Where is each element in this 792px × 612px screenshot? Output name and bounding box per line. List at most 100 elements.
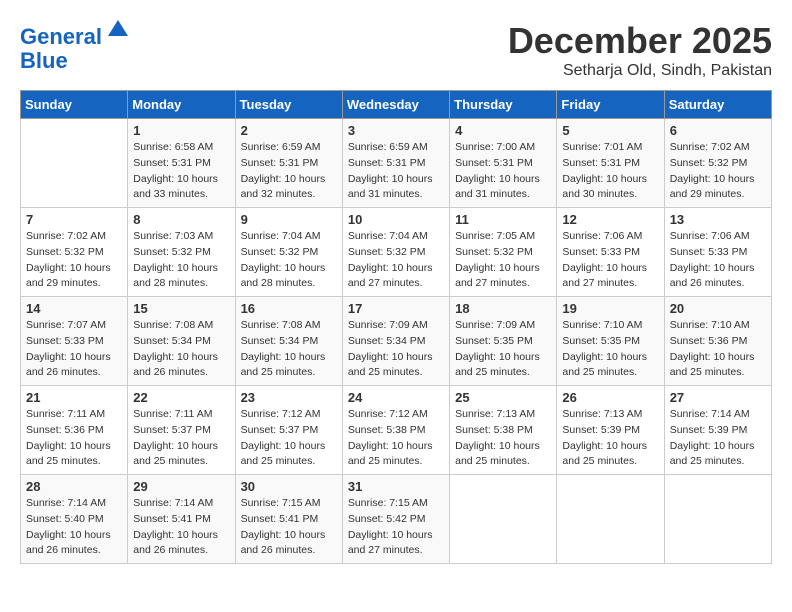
day-info: Sunrise: 6:58 AMSunset: 5:31 PMDaylight:… [133,140,229,203]
logo: General Blue [20,20,132,73]
calendar-week-row: 1 Sunrise: 6:58 AMSunset: 5:31 PMDayligh… [21,119,772,208]
calendar-cell: 14 Sunrise: 7:07 AMSunset: 5:33 PMDaylig… [21,297,128,386]
calendar-cell: 18 Sunrise: 7:09 AMSunset: 5:35 PMDaylig… [450,297,557,386]
weekday-header: Friday [557,91,664,119]
calendar-table: SundayMondayTuesdayWednesdayThursdayFrid… [20,90,772,564]
header-row: SundayMondayTuesdayWednesdayThursdayFrid… [21,91,772,119]
calendar-week-row: 28 Sunrise: 7:14 AMSunset: 5:40 PMDaylig… [21,475,772,564]
day-number: 24 [348,390,444,405]
calendar-cell: 16 Sunrise: 7:08 AMSunset: 5:34 PMDaylig… [235,297,342,386]
calendar-cell: 1 Sunrise: 6:58 AMSunset: 5:31 PMDayligh… [128,119,235,208]
logo-icon [104,16,132,44]
day-number: 18 [455,301,551,316]
day-info: Sunrise: 7:14 AMSunset: 5:40 PMDaylight:… [26,496,122,559]
calendar-cell: 10 Sunrise: 7:04 AMSunset: 5:32 PMDaylig… [342,208,449,297]
calendar-cell: 5 Sunrise: 7:01 AMSunset: 5:31 PMDayligh… [557,119,664,208]
day-number: 1 [133,123,229,138]
day-info: Sunrise: 7:09 AMSunset: 5:35 PMDaylight:… [455,318,551,381]
day-number: 30 [241,479,337,494]
day-info: Sunrise: 7:14 AMSunset: 5:41 PMDaylight:… [133,496,229,559]
day-info: Sunrise: 7:05 AMSunset: 5:32 PMDaylight:… [455,229,551,292]
day-number: 23 [241,390,337,405]
calendar-cell: 21 Sunrise: 7:11 AMSunset: 5:36 PMDaylig… [21,386,128,475]
day-info: Sunrise: 7:08 AMSunset: 5:34 PMDaylight:… [241,318,337,381]
calendar-cell: 29 Sunrise: 7:14 AMSunset: 5:41 PMDaylig… [128,475,235,564]
day-number: 19 [562,301,658,316]
day-info: Sunrise: 7:06 AMSunset: 5:33 PMDaylight:… [670,229,766,292]
calendar-week-row: 21 Sunrise: 7:11 AMSunset: 5:36 PMDaylig… [21,386,772,475]
calendar-cell [21,119,128,208]
calendar-cell: 25 Sunrise: 7:13 AMSunset: 5:38 PMDaylig… [450,386,557,475]
day-info: Sunrise: 7:00 AMSunset: 5:31 PMDaylight:… [455,140,551,203]
day-info: Sunrise: 7:13 AMSunset: 5:39 PMDaylight:… [562,407,658,470]
location-title: Setharja Old, Sindh, Pakistan [508,62,772,80]
calendar-cell: 23 Sunrise: 7:12 AMSunset: 5:37 PMDaylig… [235,386,342,475]
day-info: Sunrise: 7:11 AMSunset: 5:36 PMDaylight:… [26,407,122,470]
calendar-week-row: 7 Sunrise: 7:02 AMSunset: 5:32 PMDayligh… [21,208,772,297]
day-number: 3 [348,123,444,138]
calendar-cell: 2 Sunrise: 6:59 AMSunset: 5:31 PMDayligh… [235,119,342,208]
calendar-cell: 7 Sunrise: 7:02 AMSunset: 5:32 PMDayligh… [21,208,128,297]
day-number: 29 [133,479,229,494]
calendar-cell: 15 Sunrise: 7:08 AMSunset: 5:34 PMDaylig… [128,297,235,386]
calendar-cell: 30 Sunrise: 7:15 AMSunset: 5:41 PMDaylig… [235,475,342,564]
calendar-cell: 31 Sunrise: 7:15 AMSunset: 5:42 PMDaylig… [342,475,449,564]
day-info: Sunrise: 7:11 AMSunset: 5:37 PMDaylight:… [133,407,229,470]
day-number: 7 [26,212,122,227]
day-number: 8 [133,212,229,227]
day-number: 4 [455,123,551,138]
day-number: 12 [562,212,658,227]
day-info: Sunrise: 7:10 AMSunset: 5:36 PMDaylight:… [670,318,766,381]
title-block: December 2025 Setharja Old, Sindh, Pakis… [508,20,772,80]
calendar-cell: 19 Sunrise: 7:10 AMSunset: 5:35 PMDaylig… [557,297,664,386]
day-number: 2 [241,123,337,138]
calendar-cell: 12 Sunrise: 7:06 AMSunset: 5:33 PMDaylig… [557,208,664,297]
calendar-cell: 3 Sunrise: 6:59 AMSunset: 5:31 PMDayligh… [342,119,449,208]
day-number: 10 [348,212,444,227]
day-info: Sunrise: 7:09 AMSunset: 5:34 PMDaylight:… [348,318,444,381]
day-number: 20 [670,301,766,316]
calendar-cell: 27 Sunrise: 7:14 AMSunset: 5:39 PMDaylig… [664,386,771,475]
day-number: 31 [348,479,444,494]
day-info: Sunrise: 7:08 AMSunset: 5:34 PMDaylight:… [133,318,229,381]
calendar-cell: 6 Sunrise: 7:02 AMSunset: 5:32 PMDayligh… [664,119,771,208]
calendar-cell [450,475,557,564]
day-number: 6 [670,123,766,138]
day-number: 16 [241,301,337,316]
calendar-cell: 26 Sunrise: 7:13 AMSunset: 5:39 PMDaylig… [557,386,664,475]
day-info: Sunrise: 7:03 AMSunset: 5:32 PMDaylight:… [133,229,229,292]
day-number: 21 [26,390,122,405]
calendar-header: SundayMondayTuesdayWednesdayThursdayFrid… [21,91,772,119]
day-info: Sunrise: 7:15 AMSunset: 5:41 PMDaylight:… [241,496,337,559]
day-number: 28 [26,479,122,494]
day-info: Sunrise: 7:04 AMSunset: 5:32 PMDaylight:… [348,229,444,292]
day-info: Sunrise: 7:01 AMSunset: 5:31 PMDaylight:… [562,140,658,203]
calendar-cell: 22 Sunrise: 7:11 AMSunset: 5:37 PMDaylig… [128,386,235,475]
day-info: Sunrise: 7:04 AMSunset: 5:32 PMDaylight:… [241,229,337,292]
calendar-cell: 24 Sunrise: 7:12 AMSunset: 5:38 PMDaylig… [342,386,449,475]
month-title: December 2025 [508,20,772,62]
calendar-cell: 4 Sunrise: 7:00 AMSunset: 5:31 PMDayligh… [450,119,557,208]
day-number: 15 [133,301,229,316]
day-info: Sunrise: 6:59 AMSunset: 5:31 PMDaylight:… [241,140,337,203]
day-number: 11 [455,212,551,227]
day-info: Sunrise: 7:15 AMSunset: 5:42 PMDaylight:… [348,496,444,559]
calendar-week-row: 14 Sunrise: 7:07 AMSunset: 5:33 PMDaylig… [21,297,772,386]
calendar-cell: 17 Sunrise: 7:09 AMSunset: 5:34 PMDaylig… [342,297,449,386]
day-info: Sunrise: 7:12 AMSunset: 5:38 PMDaylight:… [348,407,444,470]
calendar-cell: 11 Sunrise: 7:05 AMSunset: 5:32 PMDaylig… [450,208,557,297]
weekday-header: Sunday [21,91,128,119]
calendar-cell: 13 Sunrise: 7:06 AMSunset: 5:33 PMDaylig… [664,208,771,297]
day-info: Sunrise: 7:14 AMSunset: 5:39 PMDaylight:… [670,407,766,470]
calendar-cell [664,475,771,564]
calendar-cell: 20 Sunrise: 7:10 AMSunset: 5:36 PMDaylig… [664,297,771,386]
day-info: Sunrise: 7:06 AMSunset: 5:33 PMDaylight:… [562,229,658,292]
day-number: 9 [241,212,337,227]
page-header: General Blue December 2025 Setharja Old,… [20,20,772,80]
logo-text: General Blue [20,20,132,73]
day-info: Sunrise: 7:10 AMSunset: 5:35 PMDaylight:… [562,318,658,381]
logo-general: General [20,24,102,49]
weekday-header: Tuesday [235,91,342,119]
day-number: 22 [133,390,229,405]
day-info: Sunrise: 7:02 AMSunset: 5:32 PMDaylight:… [26,229,122,292]
